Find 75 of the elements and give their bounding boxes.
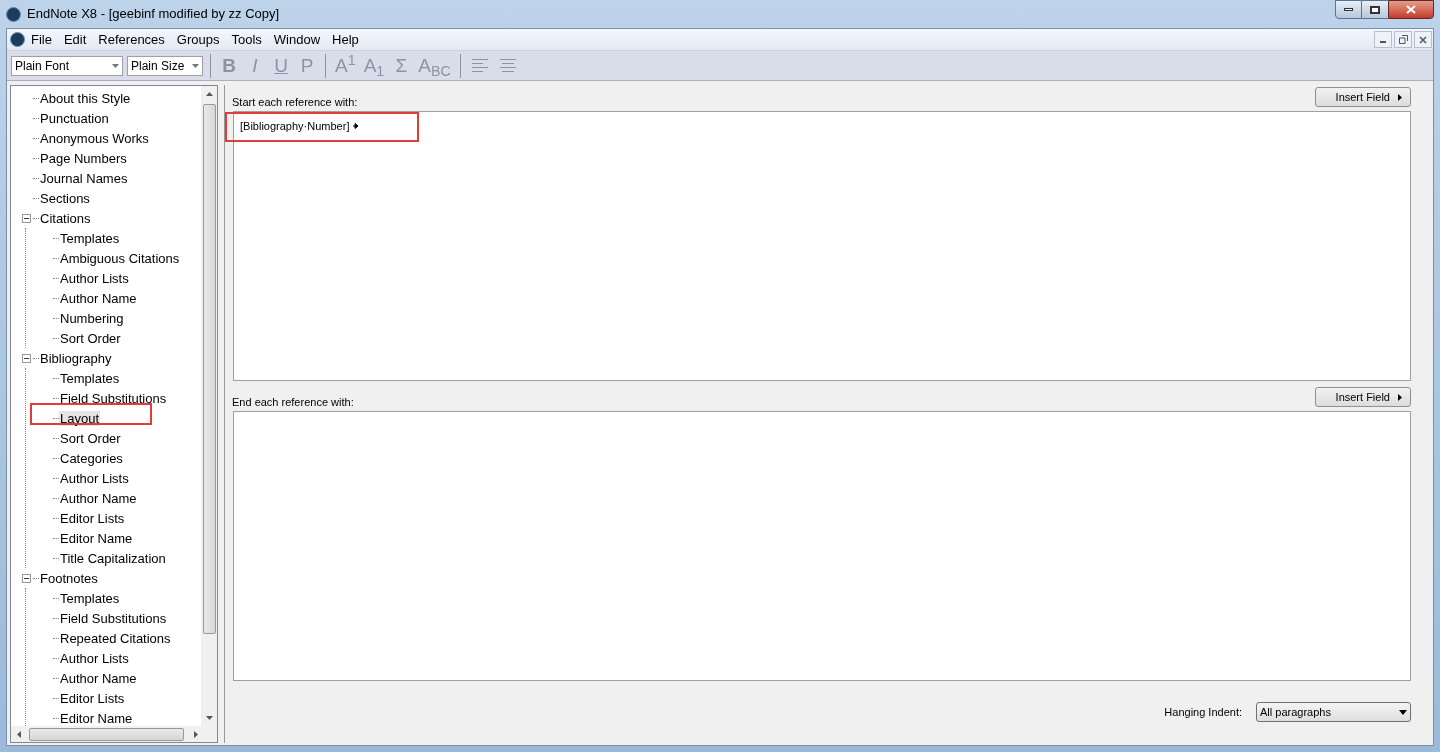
tree-item[interactable]: Categories <box>59 451 124 466</box>
tree-item[interactable]: Templates <box>59 371 121 386</box>
close-icon <box>1419 35 1427 44</box>
tree-item[interactable]: Editor Name <box>59 531 134 546</box>
insert-field-button[interactable]: Insert Field <box>1315 87 1411 107</box>
section-label: Start each reference with: <box>231 94 358 110</box>
tree-item[interactable]: Anonymous Works <box>39 131 150 146</box>
tree-item[interactable]: Sections <box>39 191 91 206</box>
tree-item[interactable]: Editor Lists <box>59 511 126 526</box>
tree-item[interactable]: Author Name <box>59 491 138 506</box>
horizontal-scrollbar[interactable] <box>11 726 217 742</box>
restore-icon <box>1398 35 1408 44</box>
dropdown-arrow-icon <box>192 63 199 68</box>
dropdown-arrow-icon <box>112 63 119 68</box>
tree-item[interactable]: Citations <box>39 211 92 226</box>
tree-item[interactable]: Author Name <box>59 291 138 306</box>
hanging-indent-label: Hanging Indent: <box>1164 704 1242 720</box>
scroll-left-icon[interactable] <box>17 730 21 738</box>
restore-button[interactable] <box>1394 31 1412 48</box>
text-editor[interactable]: [Bibliography·Number] <box>233 111 1411 381</box>
minimize-button[interactable] <box>1335 0 1362 19</box>
tree-item[interactable]: Author Lists <box>59 271 130 286</box>
maximize-button[interactable] <box>1362 0 1388 19</box>
close-icon <box>1406 5 1416 14</box>
menu-item[interactable]: Edit <box>57 29 93 50</box>
tree-item[interactable]: Sort Order <box>59 331 122 346</box>
collapse-icon[interactable] <box>21 213 31 223</box>
vertical-scrollbar[interactable] <box>201 86 217 726</box>
tree-item[interactable]: Sort Order <box>59 431 122 446</box>
scroll-right-icon[interactable] <box>194 730 198 738</box>
collapse-icon[interactable] <box>21 573 31 583</box>
caret-icon <box>1398 93 1402 101</box>
editor-text: [Bibliography·Number] <box>240 119 350 134</box>
hanging-indent-dropdown[interactable]: All paragraphs <box>1256 702 1411 722</box>
tree-item[interactable]: Footnotes <box>39 571 99 586</box>
menu-item[interactable]: Help <box>326 29 365 50</box>
tree-item[interactable]: Templates <box>59 231 121 246</box>
tree-item[interactable]: Bibliography <box>39 351 113 366</box>
caret-icon <box>1398 393 1402 401</box>
scroll-up-icon[interactable] <box>205 92 213 96</box>
minimize-button[interactable] <box>1374 31 1392 48</box>
tree-item[interactable]: Punctuation <box>39 111 110 126</box>
tree-item[interactable]: Author Lists <box>59 471 130 486</box>
tree-item[interactable]: Repeated Citations <box>59 631 172 646</box>
tree-item[interactable]: About this Style <box>39 91 132 106</box>
app-logo-icon <box>6 6 21 22</box>
menu-item[interactable]: Groups <box>170 29 226 50</box>
size-dropdown[interactable]: Plain Size <box>127 55 203 76</box>
tree-item[interactable]: Page Numbers <box>39 151 128 166</box>
tree-item[interactable]: Title Capitalization <box>59 551 167 566</box>
tree-item[interactable]: Templates <box>59 591 121 606</box>
tree-item[interactable]: Editor Name <box>59 711 134 726</box>
tree-item[interactable]: Author Name <box>59 671 138 686</box>
font-dropdown[interactable]: Plain Font <box>11 55 123 76</box>
collapse-icon[interactable] <box>21 353 31 363</box>
tree-item[interactable]: Field Substitutions <box>59 391 168 406</box>
window-title: EndNote X8 - [geebinf modified by zz Copy] <box>27 5 280 24</box>
dropdown-arrow-icon <box>1399 709 1407 715</box>
close-button[interactable] <box>1414 31 1432 48</box>
section-label: End each reference with: <box>231 394 354 410</box>
menu-item[interactable]: Tools <box>225 29 268 50</box>
close-button[interactable] <box>1388 0 1434 19</box>
menu-item[interactable]: References <box>92 29 171 50</box>
menu-item[interactable]: File <box>25 29 58 50</box>
insert-field-button[interactable]: Insert Field <box>1315 387 1411 407</box>
tree-item[interactable]: Author Lists <box>59 651 130 666</box>
paragraph-mark-icon <box>353 122 361 131</box>
menu-item[interactable]: Window <box>267 29 327 50</box>
tree-item[interactable]: Journal Names <box>39 171 129 186</box>
tree-item[interactable]: Editor Lists <box>59 691 126 706</box>
scroll-down-icon[interactable] <box>205 716 213 720</box>
tree-item[interactable]: Numbering <box>59 311 125 326</box>
tree-item[interactable]: Ambiguous Citations <box>59 251 181 266</box>
tree-item[interactable]: Field Substitutions <box>59 611 168 626</box>
document-icon[interactable] <box>10 32 25 47</box>
